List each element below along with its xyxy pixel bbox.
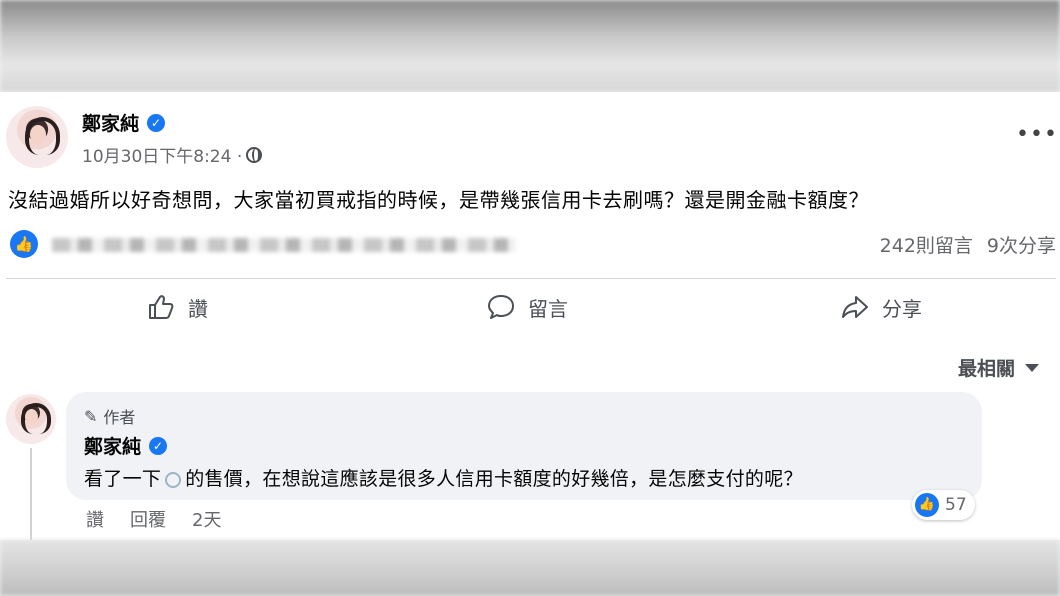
author-tag-label: 作者 — [103, 408, 136, 427]
post-author-avatar[interactable] — [6, 106, 68, 168]
comment-author-label[interactable]: 鄭家純 — [84, 432, 141, 459]
comment-time[interactable]: 2天 — [192, 506, 221, 532]
reply-thread-line — [30, 448, 32, 540]
speech-bubble-icon — [488, 295, 514, 319]
comment-count-link[interactable]: 242則留言 — [880, 231, 973, 258]
like-reaction-icon: 👍 — [915, 493, 939, 517]
comment-button-label: 留言 — [528, 296, 568, 321]
blurred-reactor-names — [52, 238, 516, 252]
share-button-label: 分享 — [882, 296, 922, 321]
post-card: 鄭家純 ✓ 10月30日下午8:24 · ••• 沒結過婚所以好奇想問，大家當初… — [0, 92, 1060, 540]
comment-author-avatar[interactable] — [6, 394, 56, 444]
verified-badge-icon: ✓ — [147, 113, 166, 132]
comment-action-links: 讚 回覆 2天 — [86, 506, 221, 532]
comment-text: 看了一下 的售價，在想說這應該是很多人信用卡額度的好幾倍，是怎麼支付的呢？ — [84, 464, 803, 491]
more-options-button[interactable]: ••• — [1016, 122, 1058, 147]
comment-text-start: 看了一下 — [84, 468, 162, 490]
comment-sort-dropdown[interactable]: 最相關 — [958, 354, 1040, 381]
post-author-label[interactable]: 鄭家純 — [82, 109, 139, 136]
post-timestamp[interactable]: 10月30日下午8:24 · — [82, 142, 242, 167]
comment-like-link[interactable]: 讚 — [86, 506, 104, 532]
chevron-down-icon — [1025, 363, 1040, 372]
post-author-name[interactable]: 鄭家純 ✓ — [82, 109, 166, 136]
thumbs-up-icon — [149, 295, 174, 319]
share-button[interactable]: 分享 — [840, 292, 922, 322]
post-meta: 10月30日下午8:24 · — [82, 142, 263, 167]
like-button-label: 讚 — [188, 296, 208, 321]
share-arrow-icon — [842, 296, 868, 318]
comment-bubble: ✎ 作者 鄭家純 ✓ 看了一下 的售價，在想說這應該是很多人信用卡額度的好幾倍，… — [66, 392, 982, 500]
avatar-face — [25, 409, 38, 425]
share-count-link[interactable]: 9次分享 — [987, 231, 1056, 258]
like-button[interactable]: 讚 — [146, 292, 208, 322]
comment-reply-link[interactable]: 回覆 — [130, 506, 166, 532]
sort-label: 最相關 — [958, 358, 1016, 380]
action-divider — [6, 278, 1056, 279]
avatar-face — [29, 124, 46, 145]
reaction-summary: 👍 242則留言 9次分享 — [6, 230, 1060, 260]
engagement-counts: 242則留言 9次分享 — [880, 231, 1056, 258]
comment-button[interactable]: 留言 — [486, 292, 568, 322]
like-reaction-icon[interactable]: 👍 — [10, 230, 38, 258]
blurred-top-background — [0, 0, 1060, 92]
comment-author-name[interactable]: 鄭家純 ✓ — [84, 432, 168, 459]
verified-badge-icon: ✓ — [149, 436, 168, 455]
blurred-bottom-background — [0, 540, 1060, 596]
author-tag: ✎ 作者 — [84, 404, 135, 428]
post-action-bar: 讚 留言 分享 — [0, 292, 1060, 332]
comment-text-end: 的售價，在想說這應該是很多人信用卡額度的好幾倍，是怎麼支付的呢？ — [185, 468, 803, 490]
post-text: 沒結過婚所以好奇想問，大家當初買戒指的時候，是帶幾張信用卡去刷嗎？還是開金融卡額… — [8, 188, 869, 212]
ring-icon — [165, 471, 182, 488]
comment-like-count: 57 — [945, 495, 967, 515]
pencil-icon: ✎ — [84, 406, 98, 426]
comment-reaction-count[interactable]: 👍 57 — [912, 490, 975, 520]
globe-icon — [246, 146, 263, 163]
